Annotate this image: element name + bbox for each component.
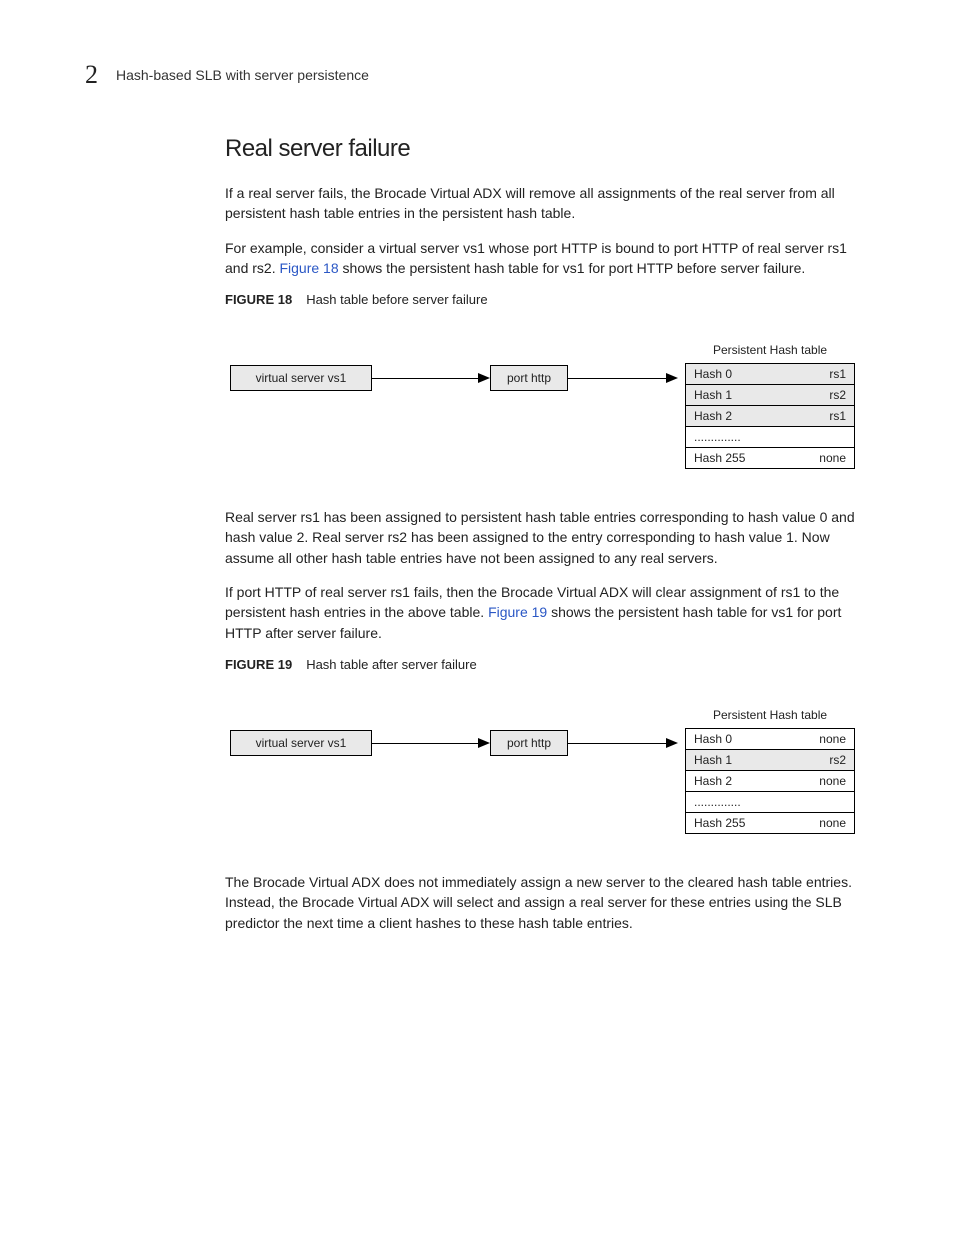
page-header: 2 Hash-based SLB with server persistence bbox=[85, 60, 869, 90]
hash-value-cell bbox=[789, 791, 855, 812]
hash-value-cell bbox=[789, 427, 855, 448]
figure-18-diagram: virtual server vs1 port http Persistent … bbox=[225, 325, 864, 485]
hash-key-cell: Hash 1 bbox=[686, 385, 789, 406]
hash-value-cell: rs1 bbox=[789, 364, 855, 385]
virtual-server-box: virtual server vs1 bbox=[230, 365, 372, 391]
paragraph: For example, consider a virtual server v… bbox=[225, 238, 864, 279]
section-heading: Real server failure bbox=[225, 135, 864, 163]
table-row: Hash 255none bbox=[686, 448, 855, 469]
hash-table: Persistent Hash table Hash 0noneHash 1rs… bbox=[685, 708, 855, 834]
paragraph: Real server rs1 has been assigned to per… bbox=[225, 507, 864, 568]
figure-caption: FIGURE 19 Hash table after server failure bbox=[225, 657, 864, 672]
arrow-line bbox=[568, 743, 668, 744]
hash-key-cell: .............. bbox=[686, 427, 789, 448]
arrow-head-icon bbox=[666, 738, 678, 748]
hash-value-cell: none bbox=[789, 812, 855, 833]
table-row: Hash 255none bbox=[686, 812, 855, 833]
hash-key-cell: Hash 2 bbox=[686, 406, 789, 427]
table-row: Hash 1rs2 bbox=[686, 385, 855, 406]
table-row: Hash 1rs2 bbox=[686, 749, 855, 770]
figure-link[interactable]: Figure 18 bbox=[279, 260, 338, 276]
hash-table: Persistent Hash table Hash 0rs1Hash 1rs2… bbox=[685, 343, 855, 469]
figure-label: FIGURE 18 bbox=[225, 292, 292, 307]
main-content: Real server failure If a real server fai… bbox=[225, 135, 864, 947]
table-row: Hash 2none bbox=[686, 770, 855, 791]
figure-link[interactable]: Figure 19 bbox=[488, 604, 547, 620]
virtual-server-box: virtual server vs1 bbox=[230, 730, 372, 756]
arrow-head-icon bbox=[478, 373, 490, 383]
figure-caption-text: Hash table before server failure bbox=[306, 292, 487, 307]
hash-value-cell: rs2 bbox=[789, 749, 855, 770]
text-run: shows the persistent hash table for vs1 … bbox=[339, 260, 806, 276]
table-row: Hash 2rs1 bbox=[686, 406, 855, 427]
arrow-line bbox=[372, 743, 480, 744]
chapter-number: 2 bbox=[85, 60, 98, 90]
hash-key-cell: Hash 255 bbox=[686, 448, 789, 469]
hash-key-cell: Hash 255 bbox=[686, 812, 789, 833]
figure-caption-text: Hash table after server failure bbox=[306, 657, 477, 672]
port-box: port http bbox=[490, 365, 568, 391]
arrow-line bbox=[568, 378, 668, 379]
hash-key-cell: Hash 0 bbox=[686, 728, 789, 749]
table-row: .............. bbox=[686, 427, 855, 448]
figure-caption: FIGURE 18 Hash table before server failur… bbox=[225, 292, 864, 307]
figure-label: FIGURE 19 bbox=[225, 657, 292, 672]
hash-key-cell: Hash 2 bbox=[686, 770, 789, 791]
table-row: Hash 0none bbox=[686, 728, 855, 749]
hash-value-cell: rs1 bbox=[789, 406, 855, 427]
port-box: port http bbox=[490, 730, 568, 756]
hash-table-grid: Hash 0rs1Hash 1rs2Hash 2rs1.............… bbox=[685, 363, 855, 469]
paragraph: If port HTTP of real server rs1 fails, t… bbox=[225, 582, 864, 643]
hash-table-grid: Hash 0noneHash 1rs2Hash 2none...........… bbox=[685, 728, 855, 834]
hash-key-cell: Hash 0 bbox=[686, 364, 789, 385]
hash-value-cell: none bbox=[789, 728, 855, 749]
paragraph: If a real server fails, the Brocade Virt… bbox=[225, 183, 864, 224]
hash-value-cell: none bbox=[789, 448, 855, 469]
arrow-head-icon bbox=[478, 738, 490, 748]
hash-key-cell: Hash 1 bbox=[686, 749, 789, 770]
hash-table-title: Persistent Hash table bbox=[685, 343, 855, 357]
table-row: Hash 0rs1 bbox=[686, 364, 855, 385]
paragraph: The Brocade Virtual ADX does not immedia… bbox=[225, 872, 864, 933]
figure-19-diagram: virtual server vs1 port http Persistent … bbox=[225, 690, 864, 850]
header-title: Hash-based SLB with server persistence bbox=[116, 67, 369, 83]
table-row: .............. bbox=[686, 791, 855, 812]
arrow-line bbox=[372, 378, 480, 379]
hash-key-cell: .............. bbox=[686, 791, 789, 812]
hash-value-cell: none bbox=[789, 770, 855, 791]
hash-table-title: Persistent Hash table bbox=[685, 708, 855, 722]
arrow-head-icon bbox=[666, 373, 678, 383]
hash-value-cell: rs2 bbox=[789, 385, 855, 406]
